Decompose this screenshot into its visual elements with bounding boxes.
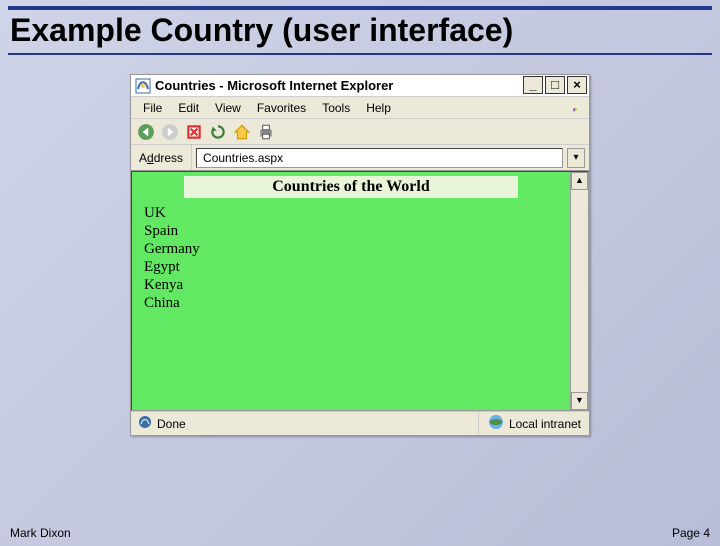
ie-status-icon: [137, 414, 153, 433]
toolbar: [131, 119, 589, 145]
forward-button[interactable]: [161, 123, 179, 141]
slide-footer: Mark Dixon Page 4: [10, 526, 710, 540]
titlebar: Countries - Microsoft Internet Explorer …: [131, 75, 589, 97]
statusbar: Done Local intranet: [131, 411, 589, 435]
address-label: Address: [131, 145, 192, 170]
slide-title: Example Country (user interface): [8, 12, 712, 49]
window-controls: _ □ ×: [523, 76, 587, 94]
home-icon[interactable]: [233, 123, 251, 141]
menu-edit[interactable]: Edit: [170, 99, 207, 117]
list-item: China: [144, 294, 558, 312]
footer-page: Page 4: [672, 526, 710, 540]
menubar: File Edit View Favorites Tools Help: [131, 97, 589, 119]
addressbar: Address Countries.aspx ▾: [131, 145, 589, 171]
address-input[interactable]: Countries.aspx: [196, 148, 563, 168]
menu-tools[interactable]: Tools: [314, 99, 358, 117]
footer-author: Mark Dixon: [10, 526, 71, 540]
scroll-down-button[interactable]: ▼: [571, 392, 588, 410]
refresh-icon[interactable]: [209, 123, 227, 141]
menu-favorites[interactable]: Favorites: [249, 99, 314, 117]
maximize-button[interactable]: □: [545, 76, 565, 94]
menu-help[interactable]: Help: [358, 99, 399, 117]
page-heading: Countries of the World: [184, 176, 518, 198]
browser-window: Countries - Microsoft Internet Explorer …: [130, 74, 590, 436]
scroll-up-button[interactable]: ▲: [571, 172, 588, 190]
windows-flag-icon: [565, 99, 585, 117]
content-area: Countries of the World UK Spain Germany …: [131, 171, 589, 411]
list-item: Kenya: [144, 276, 558, 294]
menu-view[interactable]: View: [207, 99, 249, 117]
country-list: UK Spain Germany Egypt Kenya China: [144, 204, 558, 312]
close-button[interactable]: ×: [567, 76, 587, 94]
status-right: Local intranet: [479, 412, 589, 435]
print-icon[interactable]: [257, 123, 275, 141]
stop-icon[interactable]: [185, 123, 203, 141]
list-item: Germany: [144, 240, 558, 258]
list-item: UK: [144, 204, 558, 222]
zone-icon: [487, 413, 505, 434]
window-title: Countries - Microsoft Internet Explorer: [155, 78, 393, 93]
back-button[interactable]: [137, 123, 155, 141]
status-text: Done: [157, 417, 186, 431]
minimize-button[interactable]: _: [523, 76, 543, 94]
vertical-scrollbar[interactable]: ▲ ▼: [570, 172, 588, 410]
menu-file[interactable]: File: [135, 99, 170, 117]
zone-text: Local intranet: [509, 417, 581, 431]
ie-logo-icon: [135, 78, 151, 94]
slide-title-bar: Example Country (user interface): [8, 6, 712, 55]
address-dropdown-button[interactable]: ▾: [567, 148, 585, 168]
list-item: Spain: [144, 222, 558, 240]
page-body: Countries of the World UK Spain Germany …: [132, 172, 570, 410]
status-left: Done: [131, 412, 479, 435]
list-item: Egypt: [144, 258, 558, 276]
